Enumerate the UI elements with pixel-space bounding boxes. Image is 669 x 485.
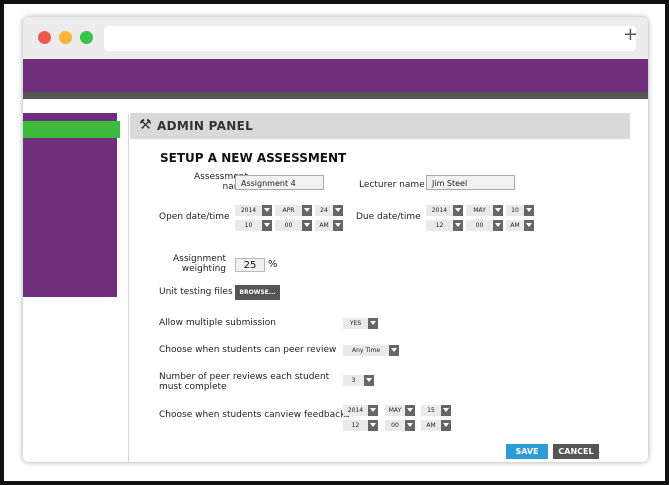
peer-review-count-select[interactable]: 3 — [343, 375, 374, 386]
admin-panel-title: ADMIN PANEL — [157, 119, 254, 133]
assessment-name-input[interactable]: Assignment 4 — [235, 175, 324, 190]
browser-window: + ⚒ ADMIN PANEL SETUP A NEW ASSESSMENT A… — [23, 17, 648, 462]
open-year-select[interactable]: 2014 — [235, 205, 272, 216]
form-heading: SETUP A NEW ASSESSMENT — [160, 151, 347, 165]
panel-left-border — [128, 114, 129, 462]
sidebar-active-item[interactable] — [23, 121, 120, 138]
open-month-select[interactable]: APR — [275, 205, 312, 216]
wrench-screwdriver-icon: ⚒ — [139, 117, 152, 133]
screenshot-frame: + ⚒ ADMIN PANEL SETUP A NEW ASSESSMENT A… — [0, 0, 669, 485]
feedback-when-label: Choose when students canview feedbacks — [159, 410, 350, 420]
due-ampm-select[interactable]: AM — [506, 220, 534, 231]
open-minute-select[interactable]: 00 — [275, 220, 312, 231]
unit-testing-label: Unit testing files — [159, 287, 233, 297]
due-hour-select[interactable]: 12 — [426, 220, 463, 231]
open-hour-select[interactable]: 10 — [235, 220, 272, 231]
multiple-submission-label: Allow multiple submission — [159, 318, 276, 328]
feedback-day-select[interactable]: 15 — [421, 405, 451, 416]
admin-panel-header: ⚒ ADMIN PANEL — [130, 113, 630, 139]
lecturer-name-label: Lecturer name — [359, 180, 425, 190]
cancel-button[interactable]: CANCEL — [553, 444, 599, 459]
lecturer-name-input[interactable]: Jim Steel — [426, 175, 515, 190]
weighting-unit: % — [268, 259, 278, 270]
sidebar — [23, 113, 117, 297]
feedback-year-select[interactable]: 2014 — [343, 405, 378, 416]
site-header-bar — [23, 59, 648, 92]
peer-review-when-select[interactable]: Any Time — [343, 345, 399, 356]
maximize-window-button[interactable] — [80, 31, 93, 44]
due-day-select[interactable]: 10 — [506, 205, 534, 216]
due-month-select[interactable]: MAY — [466, 205, 503, 216]
weighting-label: Assignment weighting — [173, 254, 226, 274]
browse-button[interactable]: BROWSE... — [235, 285, 280, 300]
feedback-month-select[interactable]: MAY — [385, 405, 415, 416]
multiple-submission-select[interactable]: YES — [343, 318, 378, 329]
feedback-minute-select[interactable]: 00 — [385, 420, 415, 431]
save-button[interactable]: SAVE — [506, 444, 548, 459]
due-minute-select[interactable]: 00 — [466, 220, 503, 231]
new-tab-icon[interactable]: + — [623, 24, 638, 45]
open-day-select[interactable]: 24 — [315, 205, 343, 216]
browser-titlebar: + — [23, 17, 648, 59]
due-date-label: Due date/time — [356, 212, 421, 222]
peer-review-count-label: Number of peer reviews each student must… — [159, 372, 330, 392]
address-bar[interactable] — [104, 26, 636, 51]
due-year-select[interactable]: 2014 — [426, 205, 463, 216]
peer-review-when-label: Choose when students can peer review — [159, 345, 337, 355]
header-divider — [23, 92, 648, 99]
minimize-window-button[interactable] — [59, 31, 72, 44]
feedback-hour-select[interactable]: 12 — [343, 420, 378, 431]
close-window-button[interactable] — [38, 31, 51, 44]
feedback-ampm-select[interactable]: AM — [421, 420, 451, 431]
weighting-input[interactable]: 25 — [235, 258, 265, 272]
page-content: ⚒ ADMIN PANEL SETUP A NEW ASSESSMENT Ass… — [23, 99, 648, 462]
open-ampm-select[interactable]: AM — [315, 220, 343, 231]
open-date-label: Open date/time — [159, 212, 230, 222]
